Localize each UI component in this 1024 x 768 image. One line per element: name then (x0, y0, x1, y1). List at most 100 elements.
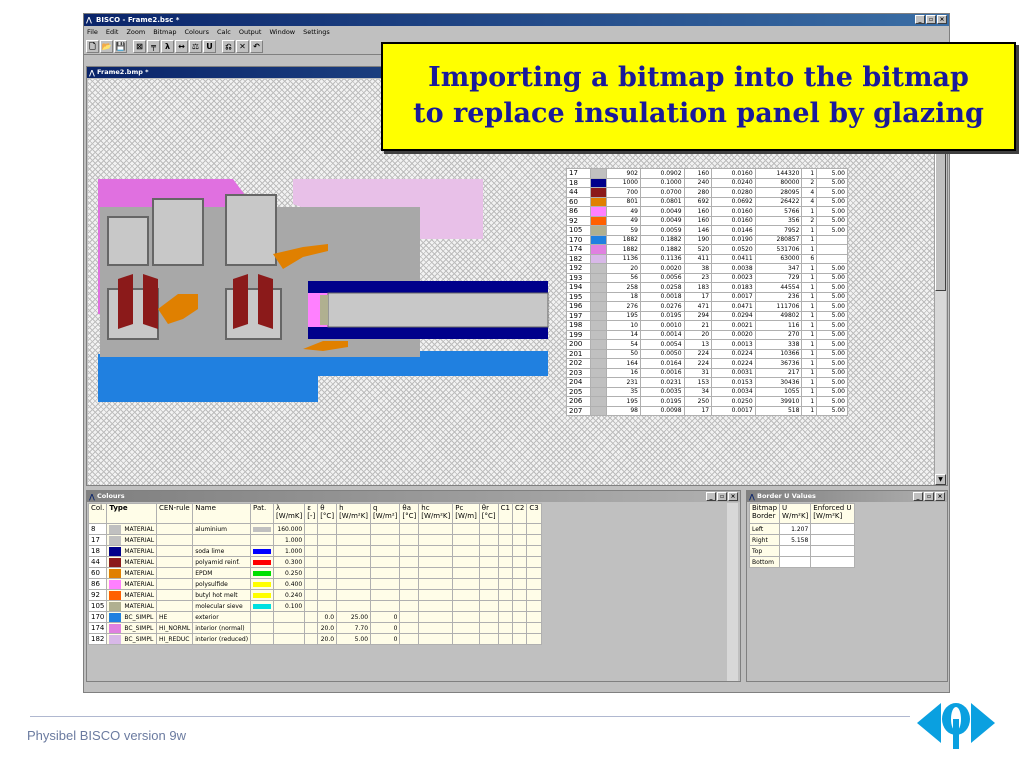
theta-value[interactable] (317, 545, 338, 557)
empty-cell[interactable] (526, 633, 542, 645)
empty-cell[interactable] (497, 589, 514, 601)
maximize-button[interactable]: ▫ (926, 15, 936, 24)
table-row[interactable]: 194 258 0.0258 183 0.0183 44554 1 5.00 (566, 282, 848, 293)
h-value[interactable]: 5.00 (336, 633, 372, 645)
toolbar-button[interactable]: 📂 (100, 40, 113, 53)
empty-cell[interactable] (478, 545, 499, 557)
enforced-u-value[interactable] (810, 534, 855, 546)
lambda-value[interactable]: 0.300 (273, 556, 306, 568)
empty-cell[interactable] (526, 611, 542, 623)
minimize-button[interactable]: _ (915, 15, 925, 24)
table-row[interactable]: 202 164 0.0164 224 0.0224 36736 1 5.00 (566, 358, 848, 369)
toolbar-button[interactable]: 🗋 (86, 40, 99, 53)
menu-item-output[interactable]: Output (239, 27, 262, 38)
epsilon-value[interactable] (304, 523, 319, 535)
empty-cell[interactable] (478, 578, 499, 590)
toolbar-button[interactable]: ⎌ (222, 40, 235, 53)
menu-item-bitmap[interactable]: Bitmap (153, 27, 176, 38)
table-row[interactable]: 201 50 0.0050 224 0.0224 10366 1 5.00 (566, 348, 848, 359)
border-u-minimize-button[interactable]: _ (913, 492, 923, 501)
empty-cell[interactable] (511, 622, 528, 634)
theta-value[interactable] (317, 589, 338, 601)
empty-cell[interactable] (497, 611, 514, 623)
material-name[interactable]: interior (reduced) (192, 633, 252, 645)
empty-cell[interactable] (399, 523, 420, 535)
epsilon-value[interactable] (304, 534, 319, 546)
epsilon-value[interactable] (304, 622, 319, 634)
empty-cell[interactable] (478, 567, 499, 579)
empty-cell[interactable] (511, 589, 528, 601)
table-row[interactable]: 200 54 0.0054 13 0.0013 338 1 5.00 (566, 339, 848, 350)
table-row[interactable]: 170 1882 0.1882 190 0.0190 280857 1 (566, 234, 848, 245)
lambda-value[interactable]: 0.250 (273, 567, 306, 579)
theta-value[interactable] (317, 523, 338, 535)
lambda-value[interactable]: 0.400 (273, 578, 306, 590)
empty-cell[interactable] (418, 523, 454, 535)
q-value[interactable]: 0 (370, 633, 401, 645)
theta-value[interactable]: 20.0 (317, 622, 338, 634)
table-row[interactable]: 196 276 0.0276 471 0.0471 111706 1 5.00 (566, 301, 848, 312)
empty-cell[interactable] (497, 633, 514, 645)
table-row[interactable]: 203 16 0.0016 31 0.0031 217 1 5.00 (566, 367, 848, 378)
h-value[interactable] (336, 578, 372, 590)
table-row[interactable]: 92 MATERIAL butyl hot melt 0.240 (87, 589, 542, 601)
toolbar-button[interactable]: 💾 (114, 40, 127, 53)
empty-cell[interactable] (526, 567, 542, 579)
empty-cell[interactable] (511, 633, 528, 645)
menu-item-zoom[interactable]: Zoom (126, 27, 145, 38)
empty-cell[interactable] (511, 545, 528, 557)
empty-cell[interactable] (511, 534, 528, 546)
table-row[interactable]: 195 18 0.0018 17 0.0017 236 1 5.00 (566, 291, 848, 302)
enforced-u-value[interactable] (810, 545, 855, 557)
table-row[interactable]: 207 98 0.0098 17 0.0017 518 1 5.00 (566, 405, 848, 416)
empty-cell[interactable] (418, 633, 454, 645)
menu-item-settings[interactable]: Settings (303, 27, 330, 38)
empty-cell[interactable] (399, 589, 420, 601)
q-value[interactable] (370, 589, 401, 601)
empty-cell[interactable] (511, 556, 528, 568)
menu-item-edit[interactable]: Edit (106, 27, 119, 38)
material-name[interactable]: exterior (192, 611, 252, 623)
table-row[interactable]: 86 49 0.0049 160 0.0160 5766 1 5.00 (566, 206, 848, 217)
q-value[interactable] (370, 534, 401, 546)
epsilon-value[interactable] (304, 589, 319, 601)
q-value[interactable] (370, 523, 401, 535)
lambda-value[interactable]: 1.000 (273, 534, 306, 546)
lambda-value[interactable] (273, 622, 306, 634)
table-row[interactable]: 44 700 0.0700 280 0.0280 28095 4 5.00 (566, 187, 848, 198)
lambda-value[interactable]: 0.240 (273, 589, 306, 601)
lambda-value[interactable] (273, 633, 306, 645)
table-row[interactable]: 206 195 0.0195 250 0.0250 39910 1 5.00 (566, 396, 848, 407)
empty-cell[interactable] (418, 622, 454, 634)
empty-cell[interactable] (399, 611, 420, 623)
table-row[interactable]: 197 195 0.0195 294 0.0294 49802 1 5.00 (566, 310, 848, 321)
table-row[interactable]: Bottom (748, 556, 855, 568)
empty-cell[interactable] (399, 545, 420, 557)
empty-cell[interactable] (399, 556, 420, 568)
theta-value[interactable]: 20.0 (317, 633, 338, 645)
empty-cell[interactable] (526, 600, 542, 612)
close-button[interactable]: × (937, 15, 947, 24)
empty-cell[interactable] (497, 556, 514, 568)
empty-cell[interactable] (452, 534, 480, 546)
empty-cell[interactable] (452, 523, 480, 535)
menu-item-calc[interactable]: Calc (217, 27, 231, 38)
empty-cell[interactable] (452, 611, 480, 623)
empty-cell[interactable] (511, 600, 528, 612)
toolbar-button[interactable]: ╤ (147, 40, 160, 53)
empty-cell[interactable] (399, 534, 420, 546)
lambda-value[interactable] (273, 611, 306, 623)
empty-cell[interactable] (511, 523, 528, 535)
table-row[interactable]: 17 902 0.0902 160 0.0160 144320 1 5.00 (566, 168, 848, 179)
menu-item-file[interactable]: File (87, 27, 98, 38)
lambda-value[interactable]: 160.000 (273, 523, 306, 535)
empty-cell[interactable] (418, 600, 454, 612)
table-row[interactable]: 105 59 0.0059 146 0.0146 7952 1 5.00 (566, 225, 848, 236)
table-row[interactable]: 92 49 0.0049 160 0.0160 356 2 5.00 (566, 215, 848, 226)
h-value[interactable] (336, 589, 372, 601)
empty-cell[interactable] (497, 534, 514, 546)
empty-cell[interactable] (511, 567, 528, 579)
empty-cell[interactable] (452, 545, 480, 557)
empty-cell[interactable] (526, 578, 542, 590)
epsilon-value[interactable] (304, 556, 319, 568)
